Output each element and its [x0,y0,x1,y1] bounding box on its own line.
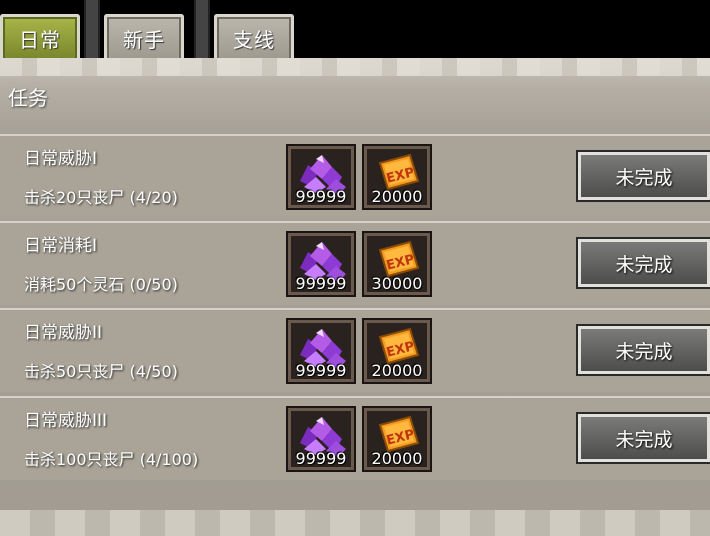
quest-description: 击杀100只丧尸 (4/100) [24,450,199,469]
quest-description: 击杀20只丧尸 (4/20) [24,188,178,207]
tab-sideline[interactable]: 支线 [214,14,294,60]
quest-name: 日常威胁III [24,411,108,431]
quest-row: 日常威胁I 击杀20只丧尸 (4/20) 99999 EXP 20000 未完成 [0,134,710,218]
reward-slot-gem[interactable]: 99999 [286,144,356,210]
reward-count: 99999 [295,274,347,293]
reward-slot-exp[interactable]: EXP 20000 [362,318,432,384]
reward-slot-exp[interactable]: EXP 30000 [362,231,432,297]
quest-name: 日常威胁II [24,323,103,343]
status-button[interactable]: 未完成 [576,324,710,376]
quest-row: 日常威胁III 击杀100只丧尸 (4/100) 99999 EXP 20000… [0,396,710,480]
panel-torn-edge [0,58,710,76]
status-button[interactable]: 未完成 [576,237,710,289]
reward-count: 99999 [295,449,347,468]
status-button[interactable]: 未完成 [576,150,710,202]
reward-slot-gem[interactable]: 99999 [286,318,356,384]
section-title: 任务 [8,86,48,110]
reward-count: 20000 [371,187,423,206]
reward-slot-gem[interactable]: 99999 [286,231,356,297]
quest-name: 日常消耗I [24,236,98,256]
quest-description: 击杀50只丧尸 (4/50) [24,362,178,381]
reward-slot-gem[interactable]: 99999 [286,406,356,472]
reward-count: 30000 [371,274,423,293]
reward-slot-exp[interactable]: EXP 20000 [362,406,432,472]
quest-row: 日常威胁II 击杀50只丧尸 (4/50) 99999 EXP 20000 未完… [0,308,710,392]
reward-count: 99999 [295,187,347,206]
tab-divider [194,0,210,62]
bottom-strip [0,510,710,536]
tab-daily[interactable]: 日常 [0,14,80,60]
reward-count: 20000 [371,449,423,468]
quest-row: 日常消耗I 消耗50个灵石 (0/50) 99999 EXP 30000 未完成 [0,221,710,305]
tab-bar: 日常 新手 支线 [0,0,710,62]
tab-novice[interactable]: 新手 [104,14,184,60]
reward-slot-exp[interactable]: EXP 20000 [362,144,432,210]
tab-divider [84,0,100,62]
quest-name: 日常威胁I [24,149,98,169]
reward-count: 99999 [295,361,347,380]
reward-count: 20000 [371,361,423,380]
quest-description: 消耗50个灵石 (0/50) [24,275,178,294]
status-button[interactable]: 未完成 [576,412,710,464]
